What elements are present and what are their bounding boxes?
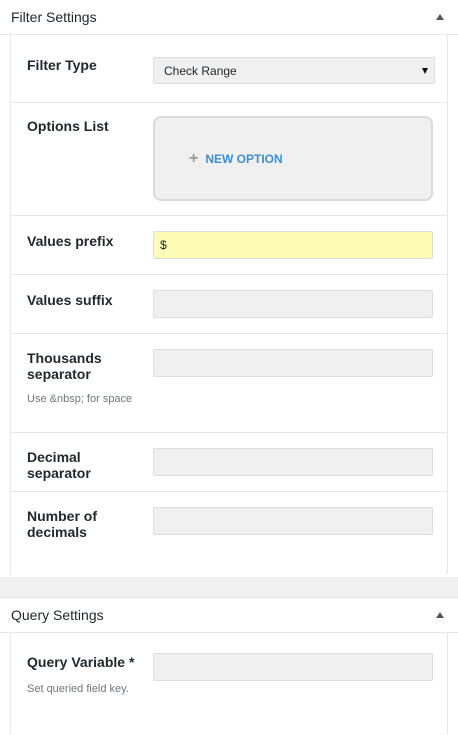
query-settings-body: Query Variable * Set queried field key. (10, 633, 448, 734)
thousands-separator-label-line1: Thousands (27, 350, 102, 366)
values-prefix-label: Values prefix (27, 233, 114, 249)
values-prefix-row: Values prefix (11, 216, 447, 275)
query-settings-header[interactable]: Query Settings (0, 598, 458, 633)
number-of-decimals-input[interactable] (153, 507, 433, 535)
filter-type-label: Filter Type (27, 57, 97, 73)
options-list-label: Options List (27, 118, 109, 134)
filter-type-row: Filter Type Check Range (11, 35, 447, 103)
query-variable-row: Query Variable * Set queried field key. (11, 633, 447, 734)
query-variable-hint: Set queried field key. (27, 683, 129, 695)
values-suffix-label: Values suffix (27, 292, 113, 308)
values-prefix-input[interactable] (153, 231, 433, 259)
panel-divider (0, 577, 458, 598)
query-settings-title: Query Settings (11, 607, 104, 623)
plus-icon: + (189, 150, 199, 167)
filter-type-value: Check Range (164, 63, 237, 78)
collapse-up-icon[interactable] (436, 14, 444, 20)
values-suffix-row: Values suffix (11, 275, 447, 334)
values-suffix-input[interactable] (153, 290, 433, 318)
thousands-separator-label-line2: separator (27, 366, 91, 382)
new-option-label: NEW OPTION (205, 152, 283, 166)
options-list-box: + NEW OPTION (153, 116, 433, 201)
collapse-up-icon[interactable] (436, 612, 444, 618)
decimal-separator-label: Decimal separator (27, 449, 91, 481)
filter-settings-title: Filter Settings (11, 9, 97, 25)
query-variable-input[interactable] (153, 653, 433, 681)
thousands-separator-input[interactable] (153, 349, 433, 377)
query-variable-label: Query Variable * (27, 654, 135, 670)
thousands-separator-row: Thousands separator Use &nbsp; for space (11, 334, 447, 433)
filter-type-select[interactable]: Check Range (153, 57, 435, 84)
filter-settings-header[interactable]: Filter Settings (0, 0, 458, 35)
filter-settings-body: Filter Type Check Range Options List + N… (10, 35, 448, 574)
filter-settings-panel: Filter Settings Filter Type Check Range … (0, 0, 458, 578)
decimal-separator-input[interactable] (153, 448, 433, 476)
thousands-separator-label: Thousands separator (27, 350, 147, 382)
thousands-separator-hint: Use &nbsp; for space (27, 393, 133, 405)
decimal-separator-row: Decimal separator (11, 433, 447, 492)
options-list-row: Options List + NEW OPTION (11, 103, 447, 216)
number-of-decimals-label: Number of decimals (27, 508, 147, 540)
number-of-decimals-label-line2: decimals (27, 524, 87, 540)
query-settings-panel: Query Settings Query Variable * Set quer… (0, 598, 458, 735)
number-of-decimals-row: Number of decimals (11, 492, 447, 574)
dropdown-arrow-icon (422, 67, 428, 74)
new-option-button[interactable]: + NEW OPTION (189, 150, 283, 167)
number-of-decimals-label-line1: Number of (27, 508, 97, 524)
